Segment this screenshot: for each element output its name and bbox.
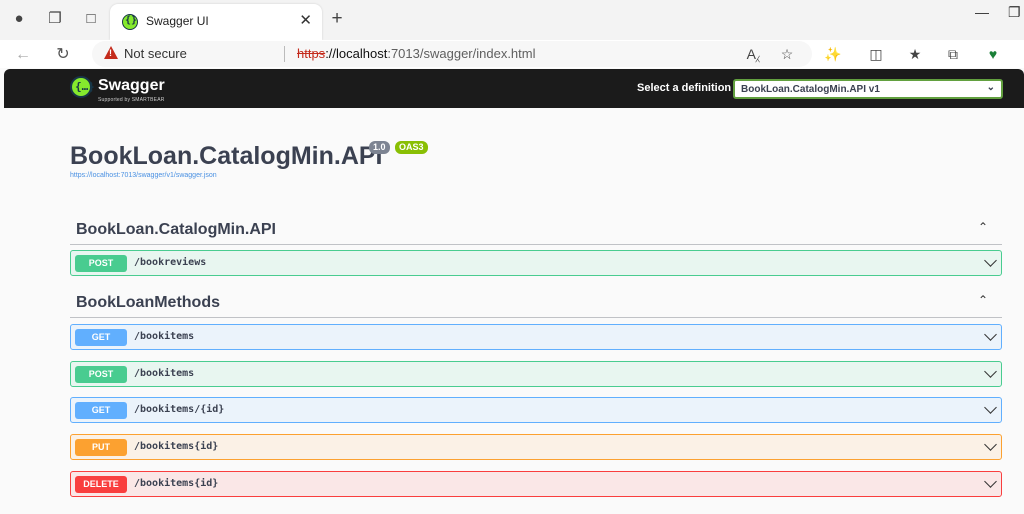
method-badge: POST bbox=[75, 366, 127, 383]
warning-icon bbox=[104, 46, 118, 59]
operation-get-bookitems[interactable]: GET /bookitems bbox=[70, 324, 1002, 350]
chevron-down-icon[interactable] bbox=[985, 477, 995, 487]
operation-path: /bookreviews bbox=[134, 257, 207, 268]
profile-icon[interactable]: ● bbox=[8, 8, 30, 30]
swagger-logo-icon: {…} bbox=[70, 76, 95, 98]
operation-path: /bookitems bbox=[134, 368, 195, 379]
definition-label: Select a definition bbox=[637, 82, 732, 94]
chevron-down-icon[interactable] bbox=[985, 256, 995, 266]
chevron-up-icon[interactable]: ⌃ bbox=[978, 220, 988, 234]
spec-link[interactable]: https://localhost:7013/swagger/v1/swagge… bbox=[70, 172, 217, 179]
favorite-star-icon[interactable]: ☆ bbox=[776, 43, 798, 65]
url-text[interactable]: https://localhost:7013/swagger/index.htm… bbox=[297, 46, 536, 61]
chevron-down-icon[interactable] bbox=[985, 403, 995, 413]
chevron-down-icon[interactable] bbox=[985, 367, 995, 377]
method-badge: POST bbox=[75, 255, 127, 272]
tag-section-header[interactable]: BookLoan.CatalogMin.API ⌃ bbox=[70, 217, 1002, 245]
swagger-topbar: {…} Swagger Supported by SMARTBEAR Selec… bbox=[4, 69, 1024, 108]
tag-section-header[interactable]: BookLoanMethods ⌃ bbox=[70, 290, 1002, 318]
operation-post-bookitems[interactable]: POST /bookitems bbox=[70, 361, 1002, 387]
chevron-down-icon[interactable] bbox=[985, 440, 995, 450]
read-aloud-icon[interactable]: A⁁ bbox=[742, 43, 764, 65]
api-title: BookLoan.CatalogMin.API bbox=[70, 142, 383, 170]
new-tab-icon[interactable]: + bbox=[326, 8, 348, 30]
tab-title: Swagger UI bbox=[146, 14, 209, 28]
operation-put-bookitem[interactable]: PUT /bookitems{id} bbox=[70, 434, 1002, 460]
back-icon[interactable]: ← bbox=[12, 44, 34, 66]
split-screen-icon[interactable]: ◫ bbox=[865, 43, 887, 65]
chevron-up-icon[interactable]: ⌃ bbox=[978, 293, 988, 307]
tag-name: BookLoanMethods bbox=[76, 294, 220, 311]
tab-actions-icon[interactable]: □ bbox=[80, 8, 102, 30]
url-field[interactable]: Not secure https://localhost:7013/swagge… bbox=[92, 41, 812, 67]
oas-badge: OAS3 bbox=[395, 141, 428, 154]
method-badge: GET bbox=[75, 329, 127, 346]
operation-post-bookreviews[interactable]: POST /bookreviews bbox=[70, 250, 1002, 276]
method-badge: PUT bbox=[75, 439, 127, 456]
method-badge: DELETE bbox=[75, 476, 127, 493]
tag-name: BookLoan.CatalogMin.API bbox=[76, 221, 276, 238]
definition-select[interactable]: BookLoan.CatalogMin.API v1 ⌄ bbox=[733, 79, 1003, 99]
browser-essentials-icon[interactable]: ♥ bbox=[982, 43, 1004, 65]
operation-delete-bookitem[interactable]: DELETE /bookitems{id} bbox=[70, 471, 1002, 497]
operation-get-bookitem-by-id[interactable]: GET /bookitems/{id} bbox=[70, 397, 1002, 423]
operation-path: /bookitems/{id} bbox=[134, 404, 225, 415]
operation-path: /bookitems{id} bbox=[134, 441, 219, 452]
browser-tab-bar: ● ❐ □ Swagger UI ✕ + — ❐ bbox=[0, 0, 1024, 40]
minimize-icon[interactable]: — bbox=[975, 4, 989, 20]
collections-icon[interactable]: ⧉ bbox=[942, 43, 964, 65]
swagger-favicon-icon bbox=[122, 14, 138, 30]
extensions-icon[interactable]: ✨ bbox=[822, 43, 844, 65]
restore-icon[interactable]: ❐ bbox=[1008, 4, 1021, 21]
favorites-icon[interactable]: ★ bbox=[904, 43, 926, 65]
address-bar: ← ↻ Not secure https://localhost:7013/sw… bbox=[0, 40, 1024, 68]
workspaces-icon[interactable]: ❐ bbox=[44, 8, 66, 30]
operation-path: /bookitems{id} bbox=[134, 478, 219, 489]
version-badge: 1.0 bbox=[369, 141, 390, 154]
refresh-icon[interactable]: ↻ bbox=[52, 44, 74, 66]
security-status[interactable]: Not secure bbox=[124, 46, 187, 61]
chevron-down-icon: ⌄ bbox=[986, 82, 995, 93]
swagger-content: BookLoan.CatalogMin.API 1.0 OAS3 https:/… bbox=[4, 108, 1024, 514]
close-tab-icon[interactable]: ✕ bbox=[299, 11, 312, 29]
divider bbox=[284, 46, 285, 62]
chevron-down-icon[interactable] bbox=[985, 330, 995, 340]
operation-path: /bookitems bbox=[134, 331, 195, 342]
method-badge: GET bbox=[75, 402, 127, 419]
tab-swagger-ui[interactable]: Swagger UI ✕ bbox=[110, 4, 322, 40]
